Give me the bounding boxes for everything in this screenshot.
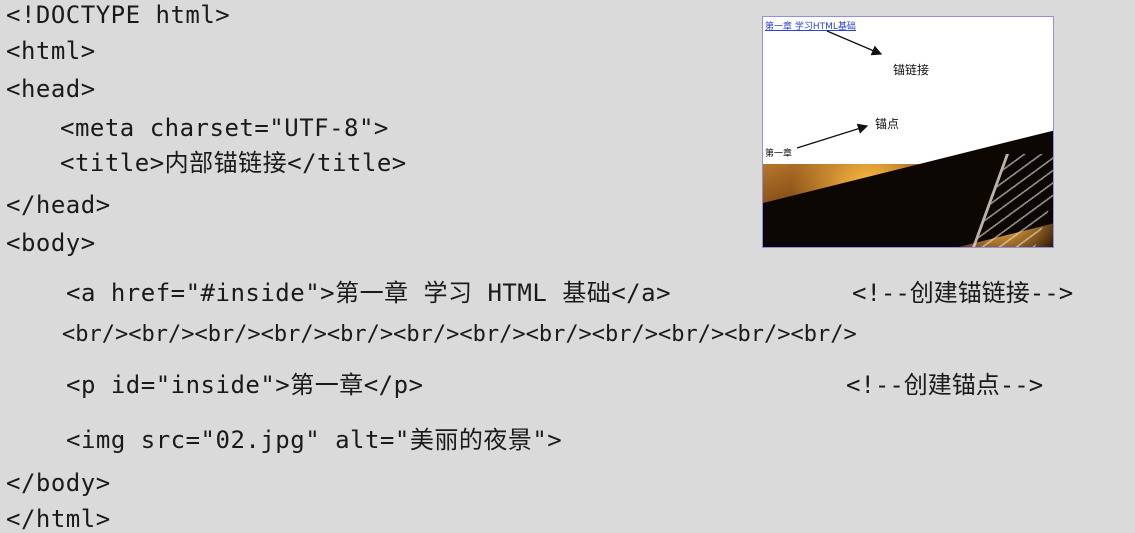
arrow-to-anchor-point bbox=[796, 123, 869, 149]
code-line-body-open: <body> bbox=[6, 229, 96, 257]
code-line-doctype: <!DOCTYPE html> bbox=[6, 1, 231, 29]
preview-night-photo bbox=[763, 120, 1053, 247]
code-line-anchor-link: <a href="#inside">第一章 学习 HTML 基础</a> bbox=[66, 279, 672, 307]
code-line-html-close: </html> bbox=[6, 505, 111, 533]
code-comment-anchor-point: <!--创建锚点--> bbox=[846, 371, 1044, 399]
code-line-title: <title>内部锚链接</title> bbox=[60, 149, 407, 177]
code-line-head-open: <head> bbox=[6, 75, 96, 103]
code-comment-anchor-link: <!--创建锚链接--> bbox=[852, 279, 1074, 307]
arrow-to-anchor-link bbox=[826, 30, 883, 56]
code-line-img: <img src="02.jpg" alt="美丽的夜景"> bbox=[66, 426, 563, 454]
browser-preview: 第一章 学习HTML基础 锚链接 锚点 第一章 bbox=[762, 16, 1054, 248]
code-line-body-close: </body> bbox=[6, 469, 111, 497]
code-line-html-open: <html> bbox=[6, 37, 96, 65]
code-line-breaks: <br/><br/><br/><br/><br/><br/><br/><br/>… bbox=[62, 322, 857, 347]
code-line-head-close: </head> bbox=[6, 191, 111, 219]
code-line-anchor-point: <p id="inside">第一章</p> bbox=[66, 371, 424, 399]
code-line-meta: <meta charset="UTF-8"> bbox=[60, 114, 389, 142]
